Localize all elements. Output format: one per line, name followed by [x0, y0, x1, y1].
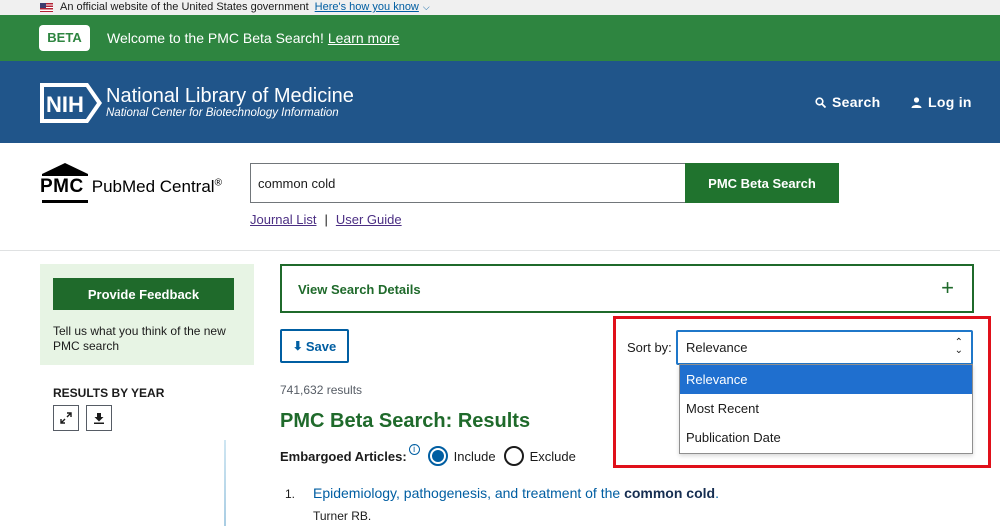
us-flag-icon	[40, 3, 53, 12]
header-divider	[0, 250, 1000, 251]
download-icon: ⬇	[292, 339, 303, 353]
journal-list-link[interactable]: Journal List	[250, 212, 316, 227]
feedback-text: Tell us what you think of the new PMC se…	[53, 324, 226, 353]
expand-chart-button[interactable]	[53, 405, 79, 431]
sort-option-most-recent[interactable]: Most Recent	[680, 394, 972, 423]
results-count: 741,632 results	[280, 383, 363, 397]
embargo-filter: Embargoed Articles: i Include Exclude	[280, 443, 576, 466]
header-search-label: Search	[832, 94, 881, 110]
plus-icon: +	[941, 275, 954, 300]
nih-logo-text: NIH	[46, 92, 84, 117]
link-separator: |	[324, 212, 328, 227]
provide-feedback-button[interactable]: Provide Feedback	[53, 278, 234, 310]
save-label: Save	[305, 338, 337, 354]
gov-banner: An official website of the United States…	[0, 0, 1000, 15]
pmc-name: PubMed Central®	[91, 177, 222, 196]
feedback-panel: Provide Feedback Tell us what you think …	[40, 264, 254, 365]
sort-option-publication-date[interactable]: Publication Date	[680, 423, 972, 452]
chevron-up-down-icon: ⌃ ⌄	[954, 337, 963, 356]
user-guide-link[interactable]: User Guide	[336, 212, 402, 227]
nih-logo-icon[interactable]: NIH	[40, 83, 102, 123]
header-login-button[interactable]: Log in	[911, 94, 972, 110]
sort-by-label: Sort by:	[627, 340, 672, 355]
exclude-radio[interactable]	[503, 446, 524, 466]
pmc-brand[interactable]: PMC PubMed Central®	[40, 176, 222, 198]
results-by-year-title: RESULTS BY YEAR	[53, 386, 165, 400]
pmc-abbr: PMC	[40, 176, 84, 197]
exclude-label[interactable]: Exclude	[530, 449, 576, 464]
search-icon	[815, 96, 826, 108]
beta-welcome-text: Welcome to the PMC Beta Search!	[107, 30, 324, 46]
ncbi-subtitle: National Center for Biotechnology Inform…	[106, 107, 339, 119]
view-search-details-accordion[interactable]: View Search Details +	[280, 264, 974, 313]
heres-how-you-know-link[interactable]: Here's how you know	[315, 0, 419, 15]
results-by-year-chart	[224, 440, 226, 526]
header-login-label: Log in	[928, 94, 972, 110]
beta-badge: BETA	[39, 25, 90, 51]
learn-more-link[interactable]: Learn more	[328, 30, 400, 46]
nih-header: NIH National Library of Medicine Nationa…	[0, 61, 1000, 143]
registered-mark: ®	[214, 177, 222, 189]
chevron-down-icon[interactable]: ⌵	[423, 0, 430, 15]
include-label[interactable]: Include	[454, 449, 496, 464]
sub-links: Journal List | User Guide	[250, 212, 402, 227]
sort-options-list: Relevance Most Recent Publication Date	[679, 364, 973, 454]
user-icon	[911, 96, 922, 108]
include-radio[interactable]	[427, 446, 448, 466]
result-authors: Turner RB.	[313, 509, 372, 523]
search-input[interactable]	[250, 163, 686, 203]
gov-banner-text: An official website of the United States…	[60, 1, 309, 13]
results-title: PMC Beta Search: Results	[280, 410, 531, 432]
sort-by-select[interactable]: Relevance ⌃ ⌄	[676, 330, 973, 365]
download-chart-button[interactable]	[86, 405, 112, 431]
sort-option-relevance[interactable]: Relevance	[680, 365, 972, 394]
header-search-button[interactable]: Search	[815, 94, 881, 110]
info-icon[interactable]: i	[408, 443, 420, 455]
beta-banner: BETA Welcome to the PMC Beta Search! Lea…	[0, 15, 1000, 61]
result-title-link[interactable]: Epidemiology, pathogenesis, and treatmen…	[313, 485, 719, 501]
sort-selected-value: Relevance	[686, 340, 748, 355]
result-item: 1. Epidemiology, pathogenesis, and treat…	[285, 485, 719, 523]
view-search-details-label: View Search Details	[298, 282, 421, 297]
save-button[interactable]: ⬇ Save	[280, 329, 349, 363]
embargo-label: Embargoed Articles:	[280, 448, 407, 464]
nlm-title[interactable]: National Library of Medicine	[106, 84, 354, 108]
download-icon	[94, 413, 104, 424]
pmc-search-button[interactable]: PMC Beta Search	[685, 163, 839, 203]
result-number: 1.	[285, 487, 296, 501]
expand-icon	[60, 412, 72, 424]
